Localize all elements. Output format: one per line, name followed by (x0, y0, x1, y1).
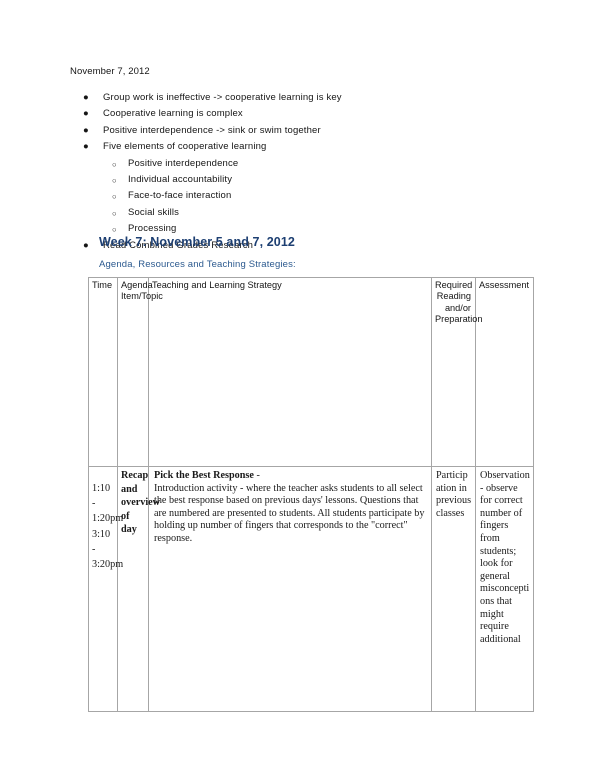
list-item-label: Positive interdependence (128, 157, 239, 169)
sub-bullet-marker-icon: ○ (112, 175, 117, 185)
list-item: ● Positive interdependence -> sink or sw… (70, 123, 530, 139)
list-item-label: Face-to-face interaction (128, 190, 232, 202)
bullet-marker-icon: ● (83, 108, 89, 120)
column-header-time: Time (88, 277, 118, 467)
list-item: ● Cooperative learning is complex (70, 106, 530, 122)
list-item: ○ Social skills (70, 205, 530, 221)
agenda-table: Time Agenda Item/Topic Teaching and Lear… (88, 277, 534, 712)
list-item-label: Social skills (128, 206, 180, 218)
strategy-body: Introduction activity - where the teache… (154, 482, 425, 544)
section-heading: Week 7: November 5 and 7, 2012 (99, 235, 295, 249)
list-item: ○ Positive interdependence (70, 156, 530, 172)
strategy-title: Pick the Best Response (154, 470, 254, 481)
agenda-subtitle: Agenda, Resources and Teaching Strategie… (99, 259, 296, 270)
list-item: ○ Face-to-face interaction (70, 188, 530, 204)
cell-agenda-item: Recap and overview of day (117, 466, 160, 712)
list-item-label: Cooperative learning is complex (103, 108, 243, 120)
date-line: November 7, 2012 (70, 66, 150, 77)
list-item-label: Positive interdependence -> sink or swim… (103, 124, 321, 136)
list-item: ● Group work is ineffective -> cooperati… (70, 90, 530, 106)
column-header-assessment: Assessment (475, 277, 534, 467)
column-header-agenda-item: Agenda Item/Topic (117, 277, 163, 467)
sub-bullet-marker-icon: ○ (112, 192, 117, 202)
list-item: ● Five elements of cooperative learning (70, 139, 530, 155)
sub-bullet-marker-icon: ○ (112, 159, 117, 169)
list-item: ○ Individual accountability (70, 172, 530, 188)
strategy-separator: - (253, 470, 260, 481)
bullet-marker-icon: ● (83, 141, 89, 153)
column-header-required-reading: Required Reading and/or Preparation (431, 277, 483, 467)
list-item-label: Individual accountability (128, 173, 233, 185)
bullet-marker-icon: ● (83, 239, 89, 251)
list-item-label: Group work is ineffective -> cooperative… (103, 92, 342, 103)
cell-time: 1:10 - 1:20pm 3:10 - 3:20pm (88, 466, 123, 712)
cell-strategy: Pick the Best Response - Introduction ac… (148, 466, 432, 712)
table-row: 1:10 - 1:20pm 3:10 - 3:20pm Recap and ov… (88, 466, 534, 712)
list-item-label: Five elements of cooperative learning (103, 141, 267, 153)
document-page: November 7, 2012 ● Group work is ineffec… (0, 0, 595, 770)
sub-bullet-marker-icon: ○ (112, 208, 117, 218)
table-header-row: Time Agenda Item/Topic Teaching and Lear… (88, 277, 534, 467)
bullet-marker-icon: ● (83, 92, 89, 103)
bullet-marker-icon: ● (83, 124, 89, 136)
cell-required-reading: Participation in previous classes (431, 466, 476, 712)
notes-bullet-list: ● Group work is ineffective -> cooperati… (70, 90, 530, 254)
cell-assessment: Observation - observe for correct number… (475, 466, 534, 712)
column-header-strategy: Teaching and Learning Strategy (148, 277, 432, 467)
